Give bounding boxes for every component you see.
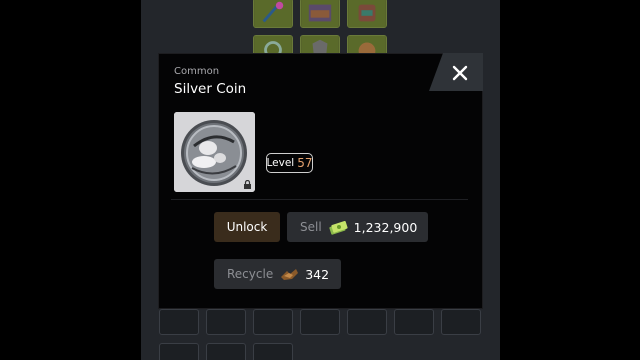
item-name: Silver Coin [174,81,247,97]
level-value: 57 [297,156,313,170]
game-screen: Common Silver Coin Level 57 Unlock Sell … [0,0,640,360]
divider [171,199,468,200]
inventory-slot[interactable] [159,309,199,335]
recycle-label: Recycle [227,267,274,281]
inventory-item-staff[interactable] [253,0,293,28]
close-icon[interactable] [450,63,470,83]
item-detail-modal: Common Silver Coin Level 57 Unlock Sell … [158,53,483,309]
inventory-slot[interactable] [394,309,434,335]
level-label: Level [266,157,295,169]
inventory-slot[interactable] [253,309,293,335]
item-portrait [174,112,255,192]
inventory-slot[interactable] [159,343,199,360]
lock-icon [244,180,251,189]
scrap-icon [281,269,299,280]
inventory-slot[interactable] [253,343,293,360]
item-rarity: Common [174,66,220,77]
recycle-value: 342 [305,266,330,282]
inventory-slot[interactable] [441,309,481,335]
sell-value: 1,232,900 [353,219,418,235]
inventory-item-chest[interactable] [300,0,340,28]
unlock-label: Unlock [226,220,268,234]
recycle-button[interactable]: Recycle 342 [214,259,341,289]
inventory-slot[interactable] [347,309,387,335]
level-badge: Level 57 [266,153,313,173]
sell-button[interactable]: Sell 1,232,900 [287,212,428,242]
inventory-slot[interactable] [300,309,340,335]
cash-icon [329,220,348,235]
unlock-button[interactable]: Unlock [214,212,280,242]
inventory-slot[interactable] [206,309,246,335]
inventory-slot[interactable] [206,343,246,360]
sell-label: Sell [300,220,322,234]
inventory-item-backpack[interactable] [347,0,387,28]
